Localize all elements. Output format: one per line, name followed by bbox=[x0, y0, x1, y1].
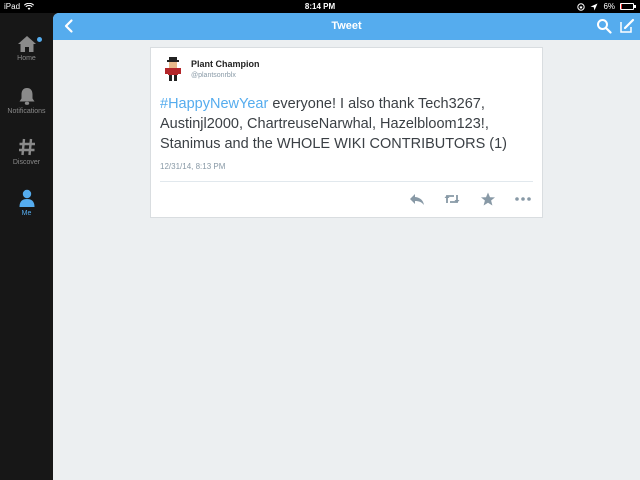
sidebar: Home Notifications Discover Me bbox=[0, 13, 53, 480]
battery-percent: 6% bbox=[603, 2, 615, 11]
person-icon bbox=[19, 189, 34, 207]
battery-icon bbox=[620, 3, 636, 10]
sidebar-item-me[interactable]: Me bbox=[0, 188, 53, 217]
tweet-card: Plant Champion @plantsonrblx #HappyNewYe… bbox=[150, 47, 543, 218]
hashtag-link[interactable]: #HappyNewYear bbox=[160, 96, 268, 112]
divider bbox=[160, 181, 533, 182]
favorite-star-icon[interactable] bbox=[479, 191, 497, 207]
navigation-bar: Tweet bbox=[53, 13, 640, 40]
author-name[interactable]: Plant Champion bbox=[191, 59, 260, 69]
main-content: Tweet Plant Champion @plantsonrblx #Happ… bbox=[53, 13, 640, 480]
reply-icon[interactable] bbox=[408, 191, 426, 207]
retweet-icon[interactable] bbox=[443, 191, 461, 207]
page-title: Tweet bbox=[331, 20, 362, 32]
status-bar: iPad 8:14 PM 6% bbox=[0, 0, 640, 13]
sidebar-item-label: Me bbox=[21, 210, 32, 217]
sidebar-item-label: Discover bbox=[12, 159, 41, 166]
location-arrow-icon bbox=[590, 3, 598, 10]
tweet-text: #HappyNewYear everyone! I also thank Tec… bbox=[160, 94, 540, 154]
author-handle[interactable]: @plantsonrblx bbox=[191, 72, 236, 79]
status-time: 8:14 PM bbox=[304, 2, 336, 11]
home-icon bbox=[17, 36, 36, 52]
compose-icon[interactable] bbox=[619, 18, 635, 34]
tweet-timestamp: 12/31/14, 8:13 PM bbox=[160, 162, 226, 171]
sidebar-item-notifications[interactable]: Notifications bbox=[0, 86, 53, 115]
hashtag-icon bbox=[18, 138, 35, 156]
more-icon[interactable] bbox=[514, 191, 532, 207]
sidebar-item-label: Notifications bbox=[7, 108, 46, 115]
rotation-lock-icon bbox=[577, 2, 586, 11]
avatar[interactable] bbox=[162, 57, 184, 81]
search-icon[interactable] bbox=[596, 18, 612, 34]
new-tweets-dot bbox=[37, 37, 42, 42]
bell-icon bbox=[19, 88, 34, 105]
sidebar-item-home[interactable]: Home bbox=[0, 35, 53, 62]
sidebar-item-discover[interactable]: Discover bbox=[0, 137, 53, 166]
sidebar-item-label: Home bbox=[17, 55, 36, 62]
